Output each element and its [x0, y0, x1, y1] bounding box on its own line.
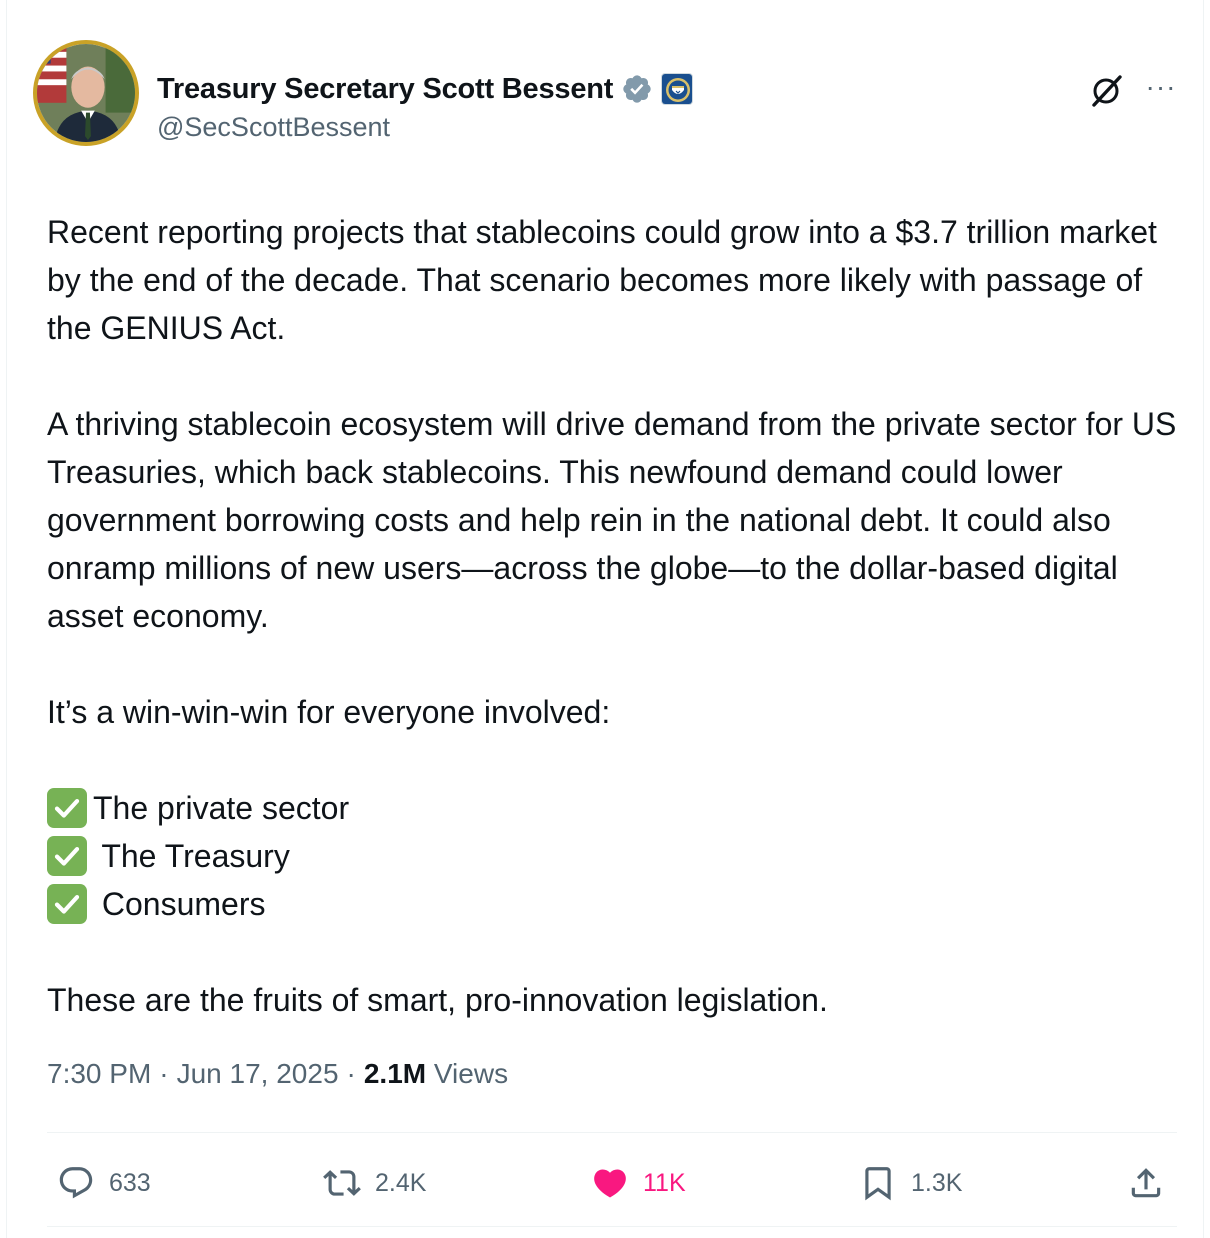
author-name-row: Treasury Secretary Scott Bessent: [157, 70, 694, 108]
share-button[interactable]: [1127, 1156, 1165, 1210]
bookmark-button[interactable]: 1.3K: [859, 1156, 962, 1210]
checklist-label: Consumers: [93, 886, 266, 922]
tweet-time[interactable]: 7:30 PM: [47, 1058, 151, 1090]
repost-button[interactable]: 2.4K: [323, 1156, 426, 1210]
views-count: 2.1M: [363, 1058, 427, 1089]
bookmark-icon: [865, 1167, 891, 1201]
checklist-label: The Treasury: [93, 838, 290, 874]
checklist-label: The private sector: [93, 790, 350, 826]
tweet-text: Recent reporting projects that stablecoi…: [47, 208, 1177, 1024]
tweet-card: Treasury Secretary Scott Bessent @SecSco…: [6, 0, 1204, 1238]
grok-icon[interactable]: [1087, 72, 1125, 110]
author-handle[interactable]: @SecScottBessent: [157, 112, 390, 143]
heart-icon: [594, 1169, 626, 1198]
avatar-image: [37, 44, 135, 142]
meta-separator: ·: [159, 1058, 169, 1089]
tweet-date[interactable]: Jun 17, 2025: [177, 1058, 339, 1090]
author-display-name[interactable]: Treasury Secretary Scott Bessent: [157, 73, 613, 106]
like-count: 11K: [643, 1168, 686, 1197]
repost-icon: [323, 1170, 361, 1196]
like-button[interactable]: 11K: [591, 1156, 686, 1210]
reply-count: 633: [109, 1168, 151, 1197]
verified-badge-icon[interactable]: [621, 73, 653, 105]
check-mark-icon: [47, 884, 87, 924]
checklist-item: The Treasury: [47, 832, 1177, 880]
reply-button[interactable]: 633: [57, 1156, 151, 1210]
repost-count: 2.4K: [375, 1168, 427, 1197]
action-bar: 633 2.4K 11K 1.3K: [47, 1156, 1177, 1210]
divider: [47, 1132, 1177, 1133]
meta-separator: ·: [346, 1058, 356, 1089]
bookmark-count: 1.3K: [911, 1168, 963, 1197]
author-avatar[interactable]: [33, 40, 139, 146]
tweet-paragraph: A thriving stablecoin ecosystem will dri…: [47, 406, 1177, 634]
checklist-item: The private sector: [47, 784, 1177, 832]
tweet-paragraph: These are the fruits of smart, pro-innov…: [47, 982, 828, 1018]
divider: [47, 1226, 1177, 1227]
treasury-seal-icon[interactable]: [661, 73, 694, 105]
tweet-paragraph: Recent reporting projects that stablecoi…: [47, 214, 1157, 346]
check-mark-icon: [47, 788, 87, 828]
checklist-item: Consumers: [47, 880, 1177, 928]
share-icon: [1131, 1168, 1161, 1198]
more-options-icon[interactable]: ···: [1143, 72, 1179, 108]
views-label: Views: [433, 1058, 509, 1089]
tweet-meta: 7:30 PM · Jun 17, 2025 · 2.1M Views: [47, 1058, 508, 1090]
reply-icon: [59, 1167, 93, 1199]
check-mark-icon: [47, 836, 87, 876]
tweet-paragraph: It’s a win-win-win for everyone involved…: [47, 694, 611, 730]
